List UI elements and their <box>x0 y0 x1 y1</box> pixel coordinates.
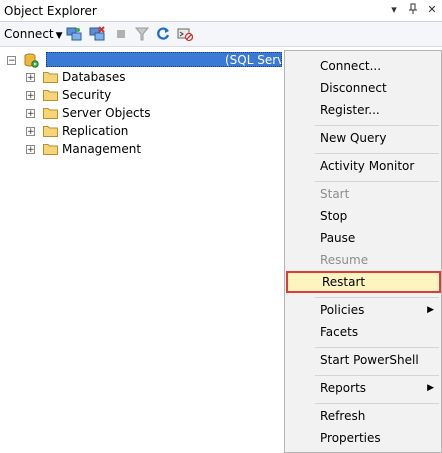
server-node-label[interactable]: (SQL Server <box>46 52 282 67</box>
server-icon <box>23 52 39 68</box>
tree-node-label: Replication <box>62 124 129 138</box>
chevron-down-icon: ▼ <box>55 31 63 41</box>
menu-item-resume: Resume <box>286 249 440 271</box>
menu-item-label: Refresh <box>320 409 366 423</box>
menu-separator <box>315 347 439 348</box>
menu-item-register[interactable]: Register... <box>286 99 440 121</box>
tree-node-label: Server Objects <box>62 106 151 120</box>
menu-item-connect[interactable]: Connect... <box>286 55 440 77</box>
submenu-arrow-icon: ▶ <box>427 383 434 393</box>
pin-icon[interactable] <box>407 3 419 19</box>
menu-item-label: Resume <box>320 253 369 267</box>
menu-item-disconnect[interactable]: Disconnect <box>286 77 440 99</box>
menu-item-label: Stop <box>320 209 348 223</box>
menu-item-stop[interactable]: Stop <box>286 205 440 227</box>
server-node[interactable]: − <box>7 51 39 69</box>
object-explorer-titlebar: Object Explorer ▾ ✕ <box>0 0 442 22</box>
menu-item-label: Facets <box>320 325 359 339</box>
start-powershell-icon[interactable] <box>177 26 194 42</box>
connect-label: Connect <box>4 27 54 41</box>
tree-node-replication[interactable]: + Replication <box>26 122 128 140</box>
menu-item-properties[interactable]: Properties <box>286 427 440 449</box>
menu-separator <box>315 403 439 404</box>
tree-node-management[interactable]: + Management <box>26 140 141 158</box>
folder-icon <box>43 107 58 119</box>
object-explorer-toolbar: Connect ▼ <box>0 22 442 47</box>
filter-icon[interactable] <box>134 26 150 42</box>
expand-icon[interactable]: + <box>26 72 35 82</box>
menu-item-label: Policies <box>320 303 365 317</box>
menu-item-label: Start <box>320 187 350 201</box>
menu-item-label: New Query <box>320 131 387 145</box>
menu-item-label: Register... <box>320 103 380 117</box>
menu-item-new-query[interactable]: New Query <box>286 127 440 149</box>
menu-item-refresh[interactable]: Refresh <box>286 405 440 427</box>
collapse-icon[interactable]: − <box>7 55 16 65</box>
expand-icon[interactable]: + <box>26 144 35 154</box>
menu-item-activity-monitor[interactable]: Activity Monitor <box>286 155 440 177</box>
menu-item-label: Restart <box>322 275 366 289</box>
menu-item-label: Properties <box>320 431 381 445</box>
menu-item-facets[interactable]: Facets <box>286 321 440 343</box>
connect-dropdown-button[interactable]: Connect ▼ <box>4 27 63 41</box>
menu-item-start: Start <box>286 183 440 205</box>
expand-icon[interactable]: + <box>26 90 35 100</box>
submenu-arrow-icon: ▶ <box>427 305 434 315</box>
menu-separator <box>315 125 439 126</box>
folder-icon <box>43 143 58 155</box>
menu-item-reports[interactable]: Reports ▶ <box>286 377 440 399</box>
folder-icon <box>43 125 58 137</box>
refresh-icon[interactable] <box>155 26 171 42</box>
dropdown-icon[interactable]: ▾ <box>388 3 400 19</box>
menu-item-label: Reports <box>320 381 367 395</box>
menu-item-label: Pause <box>320 231 356 245</box>
panel-title: Object Explorer <box>4 4 97 18</box>
menu-item-label: Activity Monitor <box>320 159 415 173</box>
tree-node-label: Management <box>62 142 142 156</box>
connect-object-explorer-icon[interactable] <box>66 26 82 42</box>
menu-separator <box>315 153 439 154</box>
folder-icon <box>43 89 58 101</box>
menu-item-label: Connect... <box>320 59 382 73</box>
menu-separator <box>315 297 439 298</box>
menu-item-label: Disconnect <box>320 81 387 95</box>
server-context-menu: Connect... Disconnect Register... New Qu… <box>284 50 442 453</box>
tree-node-security[interactable]: + Security <box>26 86 111 104</box>
menu-separator <box>315 375 439 376</box>
menu-item-restart[interactable]: Restart <box>286 271 441 293</box>
disconnect-icon[interactable] <box>89 26 105 42</box>
titlebar-buttons: ▾ ✕ <box>388 3 438 19</box>
menu-item-start-powershell[interactable]: Start PowerShell <box>286 349 440 371</box>
menu-separator <box>315 181 439 182</box>
expand-icon[interactable]: + <box>26 108 35 118</box>
tree-node-databases[interactable]: + Databases <box>26 68 126 86</box>
server-type-label: (SQL Server <box>225 53 281 67</box>
tree-node-label: Security <box>62 88 112 102</box>
expand-icon[interactable]: + <box>26 126 35 136</box>
menu-item-pause[interactable]: Pause <box>286 227 440 249</box>
menu-item-label: Start PowerShell <box>320 353 419 367</box>
tree-node-server-objects[interactable]: + Server Objects <box>26 104 151 122</box>
folder-icon <box>43 71 58 83</box>
tree-node-label: Databases <box>62 70 126 84</box>
stop-icon[interactable] <box>113 26 129 42</box>
menu-item-policies[interactable]: Policies ▶ <box>286 299 440 321</box>
close-icon[interactable]: ✕ <box>426 3 438 19</box>
